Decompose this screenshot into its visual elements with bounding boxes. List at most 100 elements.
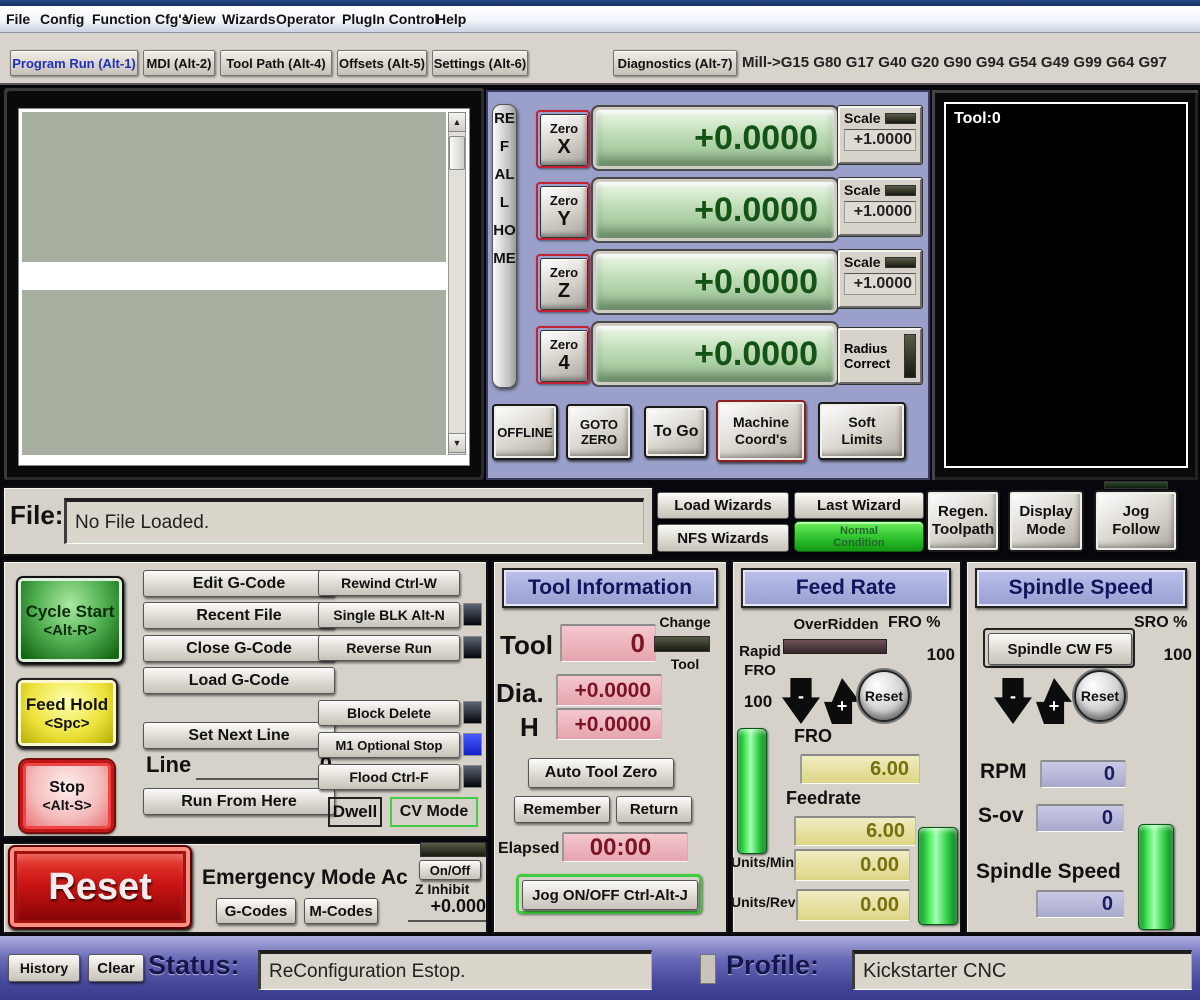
scale-x-box[interactable]: Scale +1.0000: [838, 106, 922, 164]
scale-x-value[interactable]: +1.0000: [844, 129, 916, 151]
toolpath-display[interactable]: [944, 102, 1188, 468]
fro-value-field[interactable]: 6.00: [800, 754, 920, 784]
set-next-line-button[interactable]: Set Next Line: [143, 722, 335, 749]
change-tool-label-bottom: Tool: [650, 656, 720, 672]
fro-slider-bar[interactable]: [737, 728, 767, 854]
condition-status-button[interactable]: Normal Condition: [794, 521, 924, 552]
sro-value: 100: [1140, 645, 1192, 665]
offline-button[interactable]: OFFLINE: [492, 404, 558, 460]
menu-file[interactable]: File: [6, 6, 30, 33]
scale-z-value[interactable]: +1.0000: [844, 273, 916, 295]
flood-button[interactable]: Flood Ctrl-F: [318, 764, 460, 790]
rapid-fro-value: 100: [738, 692, 778, 712]
menu-config[interactable]: Config: [40, 6, 84, 33]
stop-button[interactable]: Stop <Alt-S>: [20, 760, 114, 832]
display-mode-button[interactable]: Display Mode: [1008, 490, 1084, 552]
close-gcode-button[interactable]: Close G-Code: [143, 635, 335, 662]
radius-correct-box[interactable]: Radius Correct: [838, 328, 922, 384]
load-gcode-button[interactable]: Load G-Code: [143, 667, 335, 694]
gcode-text-block-bottom: [22, 290, 446, 455]
tool-number-field[interactable]: 0: [560, 624, 656, 662]
dia-value-field[interactable]: +0.0000: [556, 674, 662, 706]
menu-help[interactable]: Help: [436, 6, 466, 33]
tab-offsets[interactable]: Offsets (Alt-5): [337, 50, 427, 76]
jog-follow-button[interactable]: Jog Follow: [1094, 490, 1178, 552]
rpm-label: RPM: [980, 760, 1027, 784]
units-rev-label: Units/Rev: [731, 894, 796, 910]
gcodes-button[interactable]: G-Codes: [216, 898, 296, 924]
feedrate-value-field[interactable]: 6.00: [794, 816, 916, 846]
tab-settings[interactable]: Settings (Alt-6): [432, 50, 528, 76]
profile-name-field: Kickstarter CNC: [852, 950, 1192, 990]
scale-y-box[interactable]: Scale +1.0000: [838, 178, 922, 236]
dwell-indicator[interactable]: Dwell: [328, 797, 382, 827]
menu-operator[interactable]: Operator: [276, 6, 335, 33]
h-value-field[interactable]: +0.0000: [556, 708, 662, 740]
line-number-field[interactable]: 0: [196, 752, 332, 780]
tab-mdi[interactable]: MDI (Alt-2): [143, 50, 215, 76]
spindle-speed-field: 0: [1036, 890, 1124, 918]
scale-y-value[interactable]: +1.0000: [844, 201, 916, 223]
recent-file-button[interactable]: Recent File: [143, 602, 335, 629]
soft-limits-button[interactable]: Soft Limits: [818, 402, 906, 460]
goto-zero-button[interactable]: GOTO ZERO: [566, 404, 632, 460]
m1-optional-stop-button[interactable]: M1 Optional Stop: [318, 732, 460, 758]
block-delete-button[interactable]: Block Delete: [318, 700, 460, 726]
feed-hold-button[interactable]: Feed Hold <Spc>: [16, 678, 118, 748]
menu-function-cfgs[interactable]: Function Cfg's: [92, 6, 189, 33]
tab-tool-path[interactable]: Tool Path (Alt-4): [220, 50, 332, 76]
scale-z-box[interactable]: Scale +1.0000: [838, 250, 922, 308]
history-button[interactable]: History: [8, 954, 80, 982]
last-wizard-button[interactable]: Last Wizard: [794, 492, 924, 519]
scrollbar-thumb[interactable]: [449, 136, 465, 170]
zero-x-button[interactable]: ZeroX: [536, 110, 590, 168]
cv-mode-indicator[interactable]: CV Mode: [390, 797, 478, 827]
scroll-down-icon[interactable]: ▼: [448, 433, 466, 453]
zero-z-button[interactable]: ZeroZ: [536, 254, 590, 312]
fro-reset-button[interactable]: Reset: [858, 670, 910, 722]
return-button[interactable]: Return: [616, 796, 692, 823]
dro-y-readout[interactable]: +0.0000: [596, 182, 834, 238]
rewind-button[interactable]: Rewind Ctrl-W: [318, 570, 460, 596]
reverse-run-button[interactable]: Reverse Run: [318, 635, 460, 661]
spindle-reset-button[interactable]: Reset: [1074, 670, 1126, 722]
menu-view[interactable]: View: [184, 6, 216, 33]
regen-toolpath-button[interactable]: Regen. Toolpath: [926, 490, 1000, 552]
load-wizards-button[interactable]: Load Wizards: [657, 492, 789, 519]
spindle-speed-label: Spindle Speed: [976, 860, 1121, 884]
z-inhibit-value[interactable]: +0.000: [408, 896, 486, 922]
onoff-button[interactable]: On/Off: [419, 860, 481, 880]
overridden-led: [783, 639, 887, 654]
tab-diagnostics[interactable]: Diagnostics (Alt-7): [613, 50, 737, 76]
auto-tool-zero-button[interactable]: Auto Tool Zero: [528, 758, 674, 788]
file-name-field[interactable]: No File Loaded.: [64, 498, 644, 544]
mcodes-button[interactable]: M-Codes: [304, 898, 378, 924]
jog-onoff-button[interactable]: Jog ON/OFF Ctrl-Alt-J: [522, 880, 698, 910]
change-tool-led: [654, 636, 710, 652]
single-blk-button[interactable]: Single BLK Alt-N: [318, 602, 460, 628]
to-go-button[interactable]: To Go: [644, 406, 708, 458]
jog-onoff-frame: Jog ON/OFF Ctrl-Alt-J: [516, 874, 702, 914]
scroll-up-icon[interactable]: ▲: [448, 112, 466, 132]
tab-program-run[interactable]: Program Run (Alt-1): [10, 50, 138, 76]
zero-y-button[interactable]: ZeroY: [536, 182, 590, 240]
dro-x-readout[interactable]: +0.0000: [596, 110, 834, 166]
nfs-wizards-button[interactable]: NFS Wizards: [657, 524, 789, 552]
menu-wizards[interactable]: Wizards: [222, 6, 276, 33]
scale-label: Scale: [844, 254, 881, 270]
clear-button[interactable]: Clear: [88, 954, 144, 982]
menu-plugin-control[interactable]: PlugIn Control: [342, 6, 438, 33]
fro-pct-label: FRO %: [888, 614, 940, 632]
dro-4-readout[interactable]: +0.0000: [596, 326, 834, 382]
ref-all-home-button[interactable]: REF ALL HOME: [492, 104, 517, 388]
run-from-here-button[interactable]: Run From Here: [143, 788, 335, 815]
spindle-cw-button[interactable]: Spindle CW F5: [988, 633, 1132, 665]
dro-z-readout[interactable]: +0.0000: [596, 254, 834, 310]
reset-button[interactable]: Reset: [8, 845, 192, 929]
cycle-start-button[interactable]: Cycle Start <Alt-R>: [16, 576, 124, 664]
edit-gcode-button[interactable]: Edit G-Code: [143, 570, 335, 597]
zero-word: Zero: [550, 266, 578, 280]
zero-4-button[interactable]: Zero4: [536, 326, 590, 384]
remember-button[interactable]: Remember: [514, 796, 610, 823]
machine-coords-button[interactable]: Machine Coord's: [716, 400, 806, 462]
